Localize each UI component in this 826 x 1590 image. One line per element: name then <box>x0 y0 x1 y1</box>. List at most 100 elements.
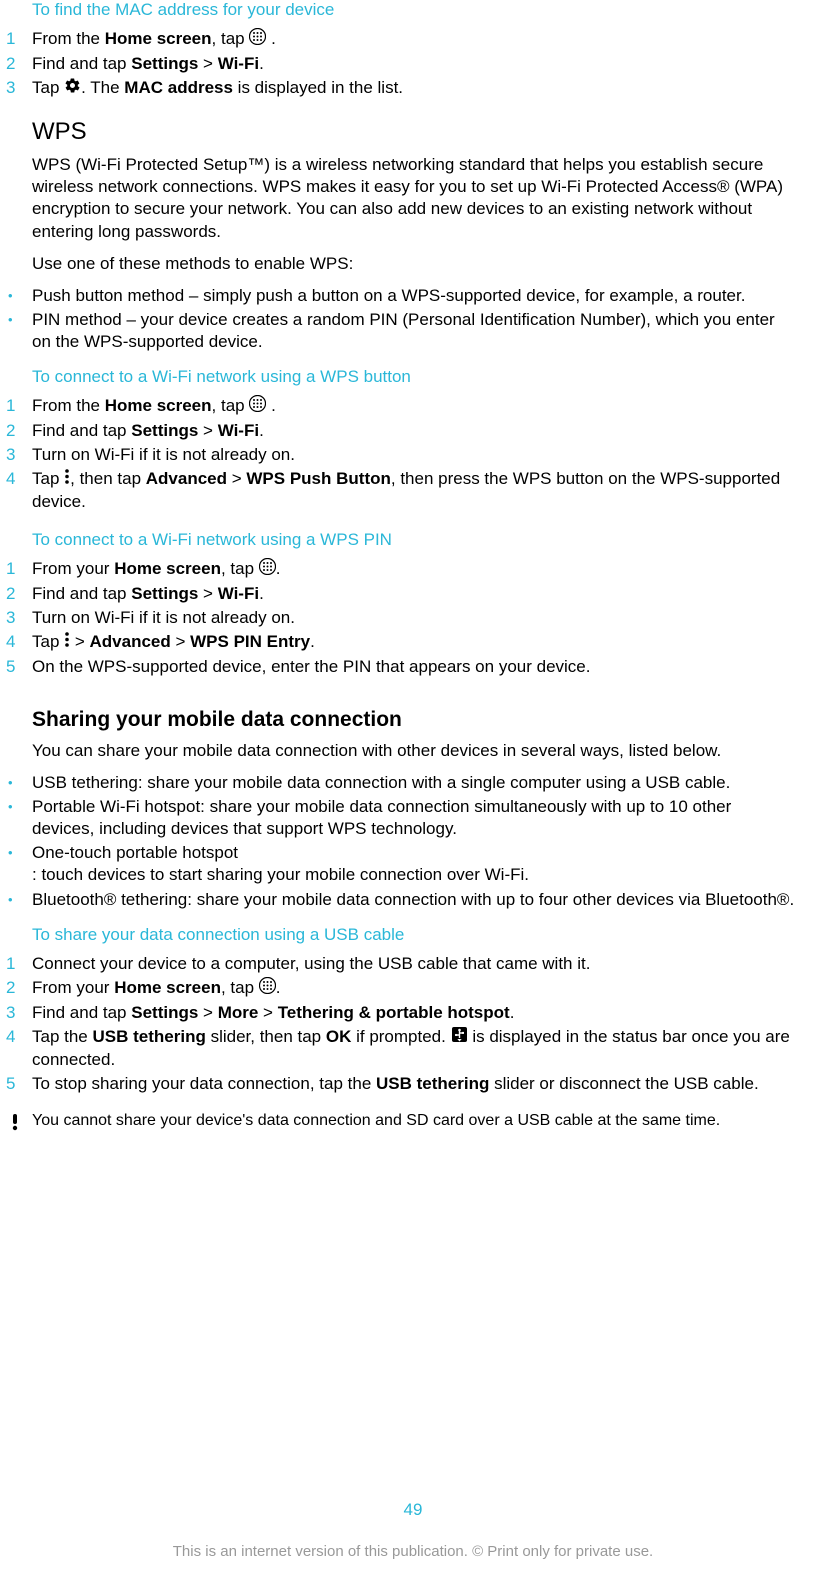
steps-list: 1 Connect your device to a computer, usi… <box>30 953 796 1096</box>
text: Turn on Wi-Fi if it is not already on. <box>32 608 295 627</box>
apps-grid-icon <box>259 977 276 1000</box>
section-title: To find the MAC address for your device <box>32 0 796 20</box>
page-number: 49 <box>0 1500 826 1520</box>
bullet-item: Bluetooth® tethering: share your mobile … <box>30 889 796 911</box>
bullet-item: Push button method – simply push a butto… <box>30 285 796 307</box>
bold-text: Home screen <box>105 29 212 48</box>
text: From the <box>32 396 105 415</box>
step-number: 4 <box>6 468 15 490</box>
step-item: 3 Turn on Wi-Fi if it is not already on. <box>30 444 796 466</box>
text: Tap the <box>32 1027 93 1046</box>
steps-list: 1 From the Home screen, tap . 2 Find and… <box>30 28 796 100</box>
text: . <box>266 396 275 415</box>
step-item: 1 From your Home screen, tap . <box>30 558 796 581</box>
step-item: 3 Turn on Wi-Fi if it is not already on. <box>30 607 796 629</box>
text: , tap <box>221 559 259 578</box>
section-title: To connect to a Wi-Fi network using a WP… <box>32 367 796 387</box>
bold-text: Home screen <box>114 978 221 997</box>
step-number: 1 <box>6 558 15 580</box>
bullet-item: One-touch portable hotspot : touch devic… <box>30 842 796 886</box>
step-item: 5 To stop sharing your data connection, … <box>30 1073 796 1095</box>
bold-text: Settings <box>131 1003 198 1022</box>
step-item: 3 Find and tap Settings > More > Tetheri… <box>30 1002 796 1024</box>
apps-grid-icon <box>249 28 266 51</box>
text: . <box>276 559 281 578</box>
step-number: 5 <box>6 1073 15 1095</box>
text: Connect your device to a computer, using… <box>32 954 590 973</box>
bold-text: Home screen <box>105 396 212 415</box>
text: Turn on Wi-Fi if it is not already on. <box>32 445 295 464</box>
text: > <box>198 1003 217 1022</box>
text: , tap <box>212 29 250 48</box>
warning-icon <box>8 1113 22 1136</box>
note-text: You cannot share your device's data conn… <box>32 1111 720 1132</box>
text: . <box>259 421 264 440</box>
step-item: 5 On the WPS-supported device, enter the… <box>30 656 796 678</box>
text: From your <box>32 559 114 578</box>
bold-text: OK <box>326 1027 352 1046</box>
bold-text: Wi-Fi <box>218 421 259 440</box>
text: . <box>310 632 315 651</box>
text: Tap <box>32 632 64 651</box>
step-number: 2 <box>6 977 15 999</box>
bold-text: Wi-Fi <box>218 54 259 73</box>
text: is displayed in the list. <box>233 78 403 97</box>
bold-text: MAC address <box>124 78 233 97</box>
text: > <box>70 632 89 651</box>
step-number: 3 <box>6 607 15 629</box>
bold-text: Wi-Fi <box>218 584 259 603</box>
text: slider or disconnect the USB cable. <box>489 1074 758 1093</box>
bullet-item: USB tethering: share your mobile data co… <box>30 772 796 794</box>
bold-text: Tethering & portable hotspot <box>278 1003 510 1022</box>
text: . <box>276 978 281 997</box>
steps-list: 1 From your Home screen, tap . 2 Find an… <box>30 558 796 678</box>
text: To stop sharing your data connection, ta… <box>32 1074 376 1093</box>
bold-text: Advanced <box>146 469 227 488</box>
step-number: 3 <box>6 444 15 466</box>
step-item: 1 Connect your device to a computer, usi… <box>30 953 796 975</box>
bold-text: Settings <box>131 421 198 440</box>
bold-text: USB tethering <box>93 1027 206 1046</box>
paragraph: You can share your mobile data connectio… <box>32 740 796 762</box>
step-number: 3 <box>6 1002 15 1024</box>
text: . The <box>81 78 124 97</box>
text: , tap <box>212 396 250 415</box>
usb-icon <box>451 1026 468 1049</box>
text: . <box>266 29 275 48</box>
step-item: 2 Find and tap Settings > Wi-Fi. <box>30 420 796 442</box>
text: > <box>258 1003 277 1022</box>
text: Tap <box>32 78 64 97</box>
bold-text: More <box>218 1003 259 1022</box>
text: . <box>259 54 264 73</box>
text: slider, then tap <box>206 1027 326 1046</box>
heading-sharing: Sharing your mobile data connection <box>32 708 796 732</box>
step-number: 3 <box>6 77 15 99</box>
text: > <box>171 632 190 651</box>
apps-grid-icon <box>259 558 276 581</box>
bold-text: WPS Push Button <box>246 469 390 488</box>
section-title: To connect to a Wi-Fi network using a WP… <box>32 530 796 550</box>
text: > <box>198 54 217 73</box>
step-number: 1 <box>6 28 15 50</box>
text: . <box>510 1003 515 1022</box>
step-item: 4 Tap the USB tethering slider, then tap… <box>30 1026 796 1071</box>
steps-list: 1 From the Home screen, tap . 2 Find and… <box>30 395 796 513</box>
step-item: 4 Tap , then tap Advanced > WPS Push But… <box>30 468 796 513</box>
paragraph: Use one of these methods to enable WPS: <box>32 253 796 275</box>
bold-text: Settings <box>131 584 198 603</box>
text: , then tap <box>70 469 146 488</box>
text: . <box>259 584 264 603</box>
bullet-item: PIN method – your device creates a rando… <box>30 309 796 353</box>
heading-wps: WPS <box>32 118 796 146</box>
note-row: You cannot share your device's data conn… <box>8 1111 796 1136</box>
step-number: 1 <box>6 395 15 417</box>
bullet-item: Portable Wi-Fi hotspot: share your mobil… <box>30 796 796 840</box>
step-number: 2 <box>6 420 15 442</box>
step-item: 2 From your Home screen, tap . <box>30 977 796 1000</box>
text: > <box>227 469 246 488</box>
text: From the <box>32 29 105 48</box>
bold-text: Home screen <box>114 559 221 578</box>
bold-text: Settings <box>131 54 198 73</box>
bold-text: USB tethering <box>376 1074 489 1093</box>
bullet-list: Push button method – simply push a butto… <box>30 285 796 353</box>
